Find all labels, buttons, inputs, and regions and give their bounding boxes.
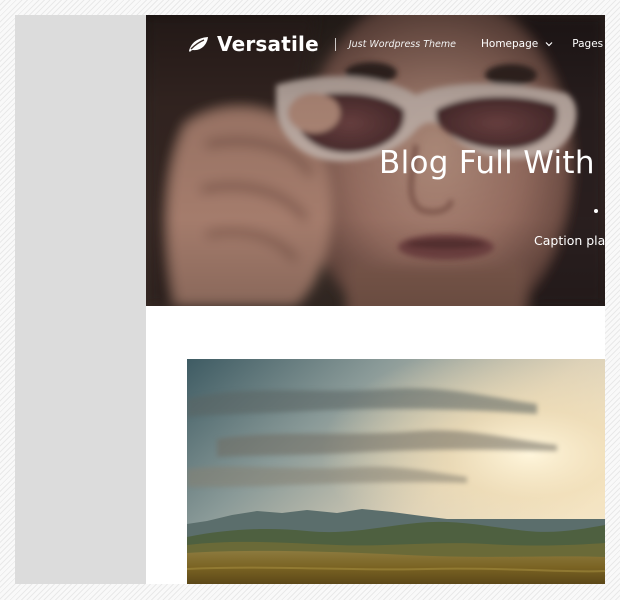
slide-title: Blog Full With xyxy=(379,145,595,181)
nav-item-label: Pages xyxy=(572,38,604,50)
site-branding[interactable]: Versatile Just Wordpress Theme xyxy=(187,32,456,56)
nav-item-pages[interactable]: Pages xyxy=(572,38,603,50)
nav-item-label: Homepage xyxy=(481,38,539,50)
site-tagline: Just Wordpress Theme xyxy=(348,38,456,50)
chevron-down-icon xyxy=(545,42,553,47)
main-navigation: Homepage Pages xyxy=(481,38,603,50)
post-featured-image[interactable] xyxy=(187,359,605,584)
leaf-icon xyxy=(189,37,208,52)
brand-divider xyxy=(334,37,336,51)
site-title[interactable]: Versatile xyxy=(217,32,319,56)
nav-item-homepage[interactable]: Homepage xyxy=(481,38,553,50)
slide-caption: Caption pla xyxy=(534,233,605,248)
left-side-panel xyxy=(15,15,146,584)
landscape-photo xyxy=(187,359,605,584)
slider-dot[interactable] xyxy=(594,209,598,213)
site-preview: Versatile Just Wordpress Theme Homepage … xyxy=(146,15,605,584)
hero-slider: Versatile Just Wordpress Theme Homepage … xyxy=(146,15,605,306)
